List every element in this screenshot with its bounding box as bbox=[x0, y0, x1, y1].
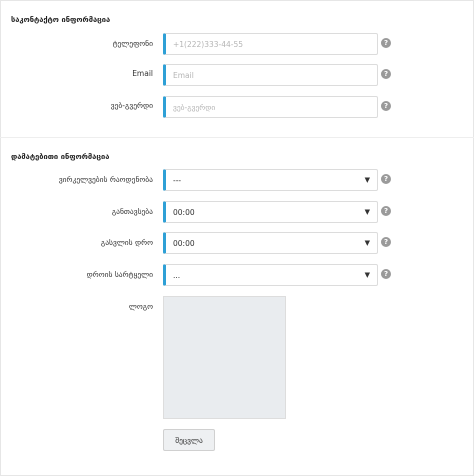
email-placeholder: Email bbox=[173, 70, 194, 80]
section-divider bbox=[0, 137, 474, 138]
triangle-down-icon: ▼ bbox=[364, 208, 370, 216]
additional-section-title: დამატებითი ინფორმაცია bbox=[11, 152, 110, 161]
closing-time-help-icon[interactable]: ? bbox=[381, 237, 391, 247]
timezone-label: დროის სარტყელი bbox=[86, 270, 153, 279]
logo-label: ლოგო bbox=[128, 302, 153, 311]
phone-placeholder: +1(222)333-44-55 bbox=[173, 39, 244, 49]
work-days-select[interactable]: --- ▼ bbox=[163, 169, 378, 191]
closing-time-label: გასვლის დრო bbox=[100, 238, 153, 247]
opening-time-select[interactable]: 00:00 ▼ bbox=[163, 201, 378, 223]
timezone-help-icon[interactable]: ? bbox=[381, 269, 391, 279]
save-button[interactable]: შეცვლა bbox=[163, 429, 215, 451]
phone-help-icon[interactable]: ? bbox=[381, 38, 391, 48]
contact-section-title: საკონტაქტო ინფორმაცია bbox=[11, 15, 111, 24]
triangle-down-icon: ▼ bbox=[364, 176, 370, 184]
closing-time-value: 00:00 bbox=[173, 238, 195, 248]
closing-time-select[interactable]: 00:00 ▼ bbox=[163, 232, 378, 254]
opening-time-help-icon[interactable]: ? bbox=[381, 206, 391, 216]
opening-time-label: განთავსება bbox=[111, 207, 153, 216]
triangle-down-icon: ▼ bbox=[364, 239, 370, 247]
website-field[interactable]: ვებ-გვერდი bbox=[163, 96, 378, 118]
phone-field[interactable]: +1(222)333-44-55 bbox=[163, 33, 378, 55]
opening-time-value: 00:00 bbox=[173, 207, 195, 217]
work-days-label: ვირკელვების რაოდენობა bbox=[58, 175, 153, 184]
timezone-value: ... bbox=[173, 270, 181, 280]
email-field[interactable]: Email bbox=[163, 64, 378, 86]
work-days-help-icon[interactable]: ? bbox=[381, 174, 391, 184]
email-help-icon[interactable]: ? bbox=[381, 69, 391, 79]
phone-label: ტელეფონი bbox=[112, 39, 153, 48]
triangle-down-icon: ▼ bbox=[364, 271, 370, 279]
website-placeholder: ვებ-გვერდი bbox=[173, 102, 216, 112]
email-label: Email bbox=[132, 69, 153, 78]
timezone-select[interactable]: ... ▼ bbox=[163, 264, 378, 286]
website-label: ვებ-გვერდი bbox=[110, 101, 153, 110]
work-days-value: --- bbox=[173, 175, 182, 185]
logo-upload-area[interactable] bbox=[163, 296, 286, 419]
website-help-icon[interactable]: ? bbox=[381, 101, 391, 111]
